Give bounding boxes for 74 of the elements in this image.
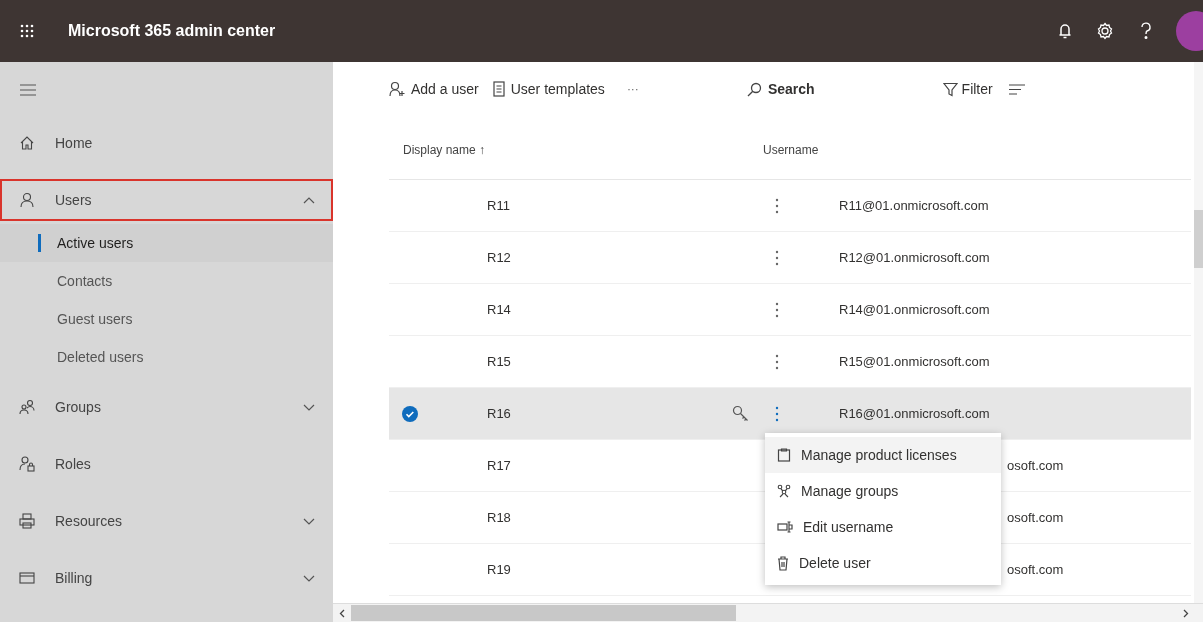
horizontal-scrollbar[interactable] xyxy=(333,603,1203,622)
nav-item[interactable]: Home xyxy=(0,122,333,164)
app-launcher-icon[interactable] xyxy=(20,24,34,38)
display-name-cell-text: R16 xyxy=(487,404,512,423)
menu-item[interactable]: Manage product licenses xyxy=(765,437,1001,473)
person-lock-icon xyxy=(19,456,35,472)
display-name-cell-text: R12 xyxy=(487,248,512,267)
chevron-icon xyxy=(303,573,315,583)
more-vertical-icon[interactable] xyxy=(775,353,779,370)
home-icon xyxy=(19,135,35,151)
printer-icon xyxy=(19,513,35,529)
nav-subitem[interactable]: Contacts xyxy=(0,262,333,300)
settings-icon[interactable] xyxy=(1096,22,1114,40)
document-icon xyxy=(492,81,505,97)
username-cell-text: R15@01.onmicrosoft.com xyxy=(839,352,990,371)
app-title: Microsoft 365 admin center xyxy=(68,21,276,41)
chevron-icon xyxy=(303,516,315,526)
username-cell-text: R12@01.onmicrosoft.com xyxy=(839,248,990,267)
column-header[interactable]: Display name ↑ xyxy=(403,140,763,159)
rename-icon xyxy=(777,521,793,533)
username-cell-text: osoft.com xyxy=(1007,456,1064,475)
people-icon xyxy=(777,484,791,498)
menu-item[interactable]: Manage groups xyxy=(765,473,1001,509)
bell-icon[interactable] xyxy=(1058,22,1072,40)
search-button[interactable]: Search xyxy=(746,78,815,100)
more-vertical-icon[interactable] xyxy=(775,249,779,266)
more-vertical-icon[interactable] xyxy=(775,301,779,318)
scroll-left-icon[interactable] xyxy=(339,608,345,618)
person-icon xyxy=(19,192,35,208)
key-icon[interactable] xyxy=(732,405,749,422)
clipboard-icon xyxy=(777,448,791,462)
user-templates-button[interactable]: User templates xyxy=(492,78,605,100)
sort-lines-icon[interactable] xyxy=(1008,83,1025,95)
nav-item[interactable]: Billing xyxy=(0,557,333,599)
username-cell-text: osoft.com xyxy=(1007,508,1064,527)
chevron-icon xyxy=(303,195,315,205)
search-icon xyxy=(746,81,762,97)
vertical-scrollbar[interactable] xyxy=(1194,62,1203,603)
add-person-icon xyxy=(389,81,405,97)
scrollbar-thumb[interactable] xyxy=(351,605,736,621)
nav-item[interactable]: Users xyxy=(0,179,333,221)
nav-item[interactable]: Groups xyxy=(0,386,333,428)
username-cell-text: R14@01.onmicrosoft.com xyxy=(839,300,990,319)
more-button[interactable]: ··· xyxy=(626,80,639,98)
trash-icon xyxy=(777,555,789,571)
filter-button[interactable]: Filter xyxy=(942,78,993,100)
people-icon xyxy=(19,399,35,415)
username-cell-text: R11@01.onmicrosoft.com xyxy=(839,196,989,215)
nav-subitem[interactable]: Deleted users xyxy=(0,338,333,376)
help-icon[interactable] xyxy=(1140,22,1152,40)
username-cell-text: R16@01.onmicrosoft.com xyxy=(839,404,990,423)
username-cell-text: osoft.com xyxy=(1007,560,1064,579)
column-header[interactable]: Username xyxy=(763,140,819,159)
more-vertical-icon[interactable] xyxy=(775,405,779,422)
nav-item[interactable]: Resources xyxy=(0,500,333,542)
scroll-right-icon[interactable] xyxy=(1183,608,1189,618)
display-name-cell-text: R19 xyxy=(487,560,512,579)
display-name-cell-text: R18 xyxy=(487,508,512,527)
menu-item[interactable]: Delete user xyxy=(765,545,1001,581)
nav-subitem[interactable]: Guest users xyxy=(0,300,333,338)
display-name-cell-text: R17 xyxy=(487,456,512,475)
chevron-icon xyxy=(303,402,315,412)
nav-subitem[interactable]: Active users xyxy=(0,224,333,262)
check-circle-icon[interactable] xyxy=(402,405,418,422)
display-name-cell-text: R14 xyxy=(487,300,512,319)
display-name-cell-text: R15 xyxy=(487,352,512,371)
card-icon xyxy=(19,570,35,586)
add-user-button[interactable]: Add a user xyxy=(389,78,479,100)
nav-item[interactable]: Roles xyxy=(0,443,333,485)
table-row[interactable]: R16 R16@01.onmicrosoft.com xyxy=(389,388,1191,440)
display-name-cell-text: R11 xyxy=(487,196,511,215)
filter-icon xyxy=(942,81,958,97)
more-vertical-icon[interactable] xyxy=(775,197,779,214)
menu-item[interactable]: Edit username xyxy=(765,509,1001,545)
